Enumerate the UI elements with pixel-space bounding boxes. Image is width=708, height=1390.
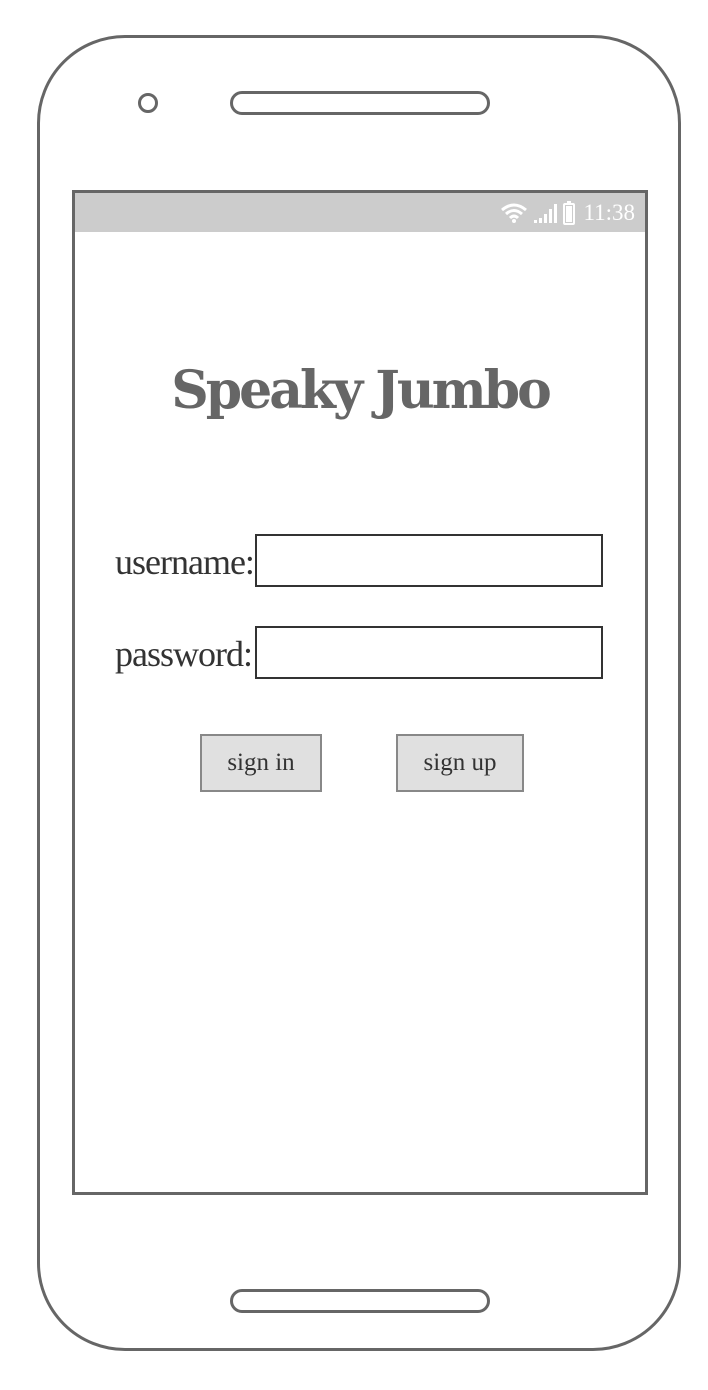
phone-screen: 11:38 Speaky Jumbo username: password: s… [72, 190, 648, 1195]
camera-icon [138, 93, 158, 113]
status-time: 11:38 [583, 200, 635, 225]
wifi-icon [501, 203, 528, 223]
signal-icon [533, 203, 558, 223]
username-input[interactable] [255, 534, 603, 587]
bottom-speaker [230, 1289, 490, 1313]
battery-icon [563, 200, 576, 225]
status-icons: 11:38 [501, 193, 635, 232]
username-label: username: [115, 542, 255, 582]
earpiece-speaker [230, 91, 490, 115]
password-input[interactable] [255, 626, 603, 679]
password-label: password: [115, 634, 253, 674]
app-title: Speaky Jumbo [171, 360, 552, 421]
sign-in-button[interactable]: sign in [200, 734, 322, 792]
status-bar: 11:38 [75, 193, 645, 232]
sign-up-button[interactable]: sign up [396, 734, 524, 792]
